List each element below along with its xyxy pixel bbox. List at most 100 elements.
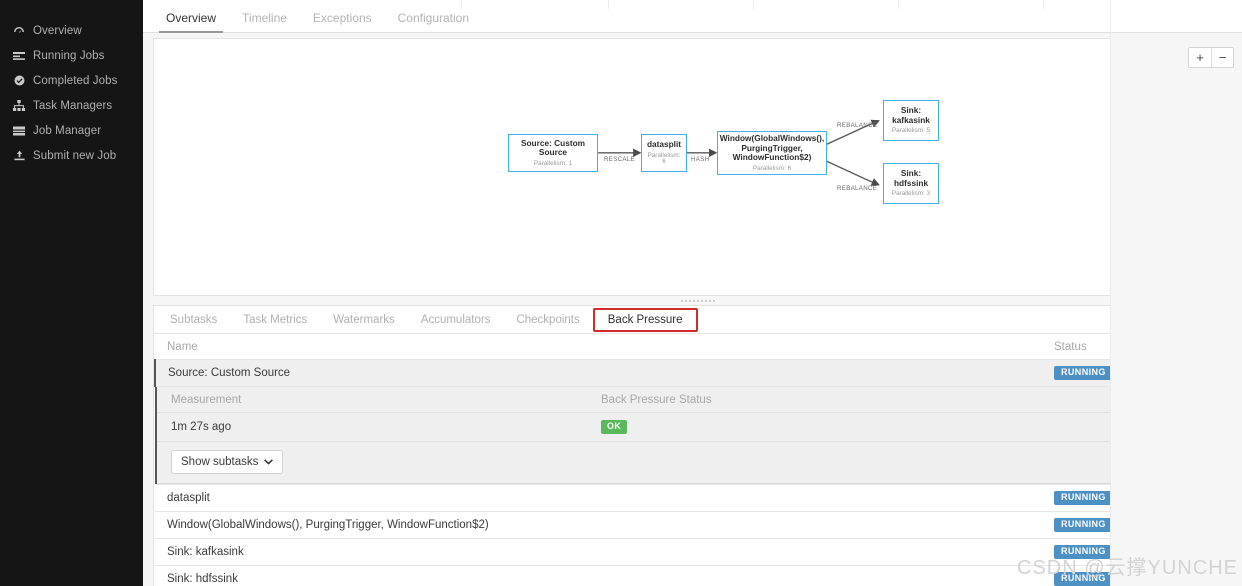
sidebar-item-label: Overview (33, 24, 82, 37)
graph-node-title: Window(GlobalWindows(), PurgingTrigger, … (719, 133, 825, 163)
status-badge: RUNNING (1054, 491, 1113, 505)
tab-task-metrics[interactable]: Task Metrics (230, 309, 320, 331)
bottom-tabs: Subtasks Task Metrics Watermarks Accumul… (154, 306, 1242, 334)
graph-edges (598, 119, 880, 186)
back-pressure-badge: OK (601, 420, 628, 434)
chevron-up-icon (1216, 452, 1226, 463)
graph-edge-label-rebalance-kafka: REBALANCE (837, 122, 878, 129)
sidebar-item-running-jobs[interactable]: Running Jobs (0, 43, 143, 68)
sidebar-item-label: Job Manager (33, 124, 102, 137)
row-status: RUNNING (1042, 511, 1242, 539)
tab-label: Accumulators (420, 313, 491, 326)
graph-node-parallelism: Parallelism: 3 (891, 190, 931, 198)
row-status: RUNNING (1042, 538, 1242, 566)
sidebar-item-submit-new-job[interactable]: Submit new Job (0, 143, 143, 168)
measurement-value: 1m 27s ago (157, 412, 587, 442)
graph-node-title: Source: Custom Source (520, 137, 586, 158)
show-subtasks-button[interactable]: Show subtasks (171, 450, 284, 474)
graph-node-title: Sink: hdfssink (893, 168, 929, 188)
graph-node-window[interactable]: Window(GlobalWindows(), PurgingTrigger, … (717, 131, 827, 175)
job-detail-tabs: Overview Timeline Exceptions Configurati… (143, 0, 1242, 33)
measurement-table: Measurement Back Pressure Status 1m 27s … (157, 387, 1242, 442)
status-badge: RUNNING (1054, 518, 1113, 532)
zoom-in-button[interactable]: + (1189, 48, 1211, 67)
check-circle-icon (12, 75, 26, 87)
graph-zoom-controls: + − (1188, 47, 1234, 68)
sidebar-item-label: Running Jobs (33, 49, 105, 62)
tab-label: Task Metrics (243, 313, 308, 326)
row-name: Source: Custom Source (154, 359, 1042, 387)
panel-resize-handle[interactable] (153, 297, 1242, 305)
graph-node-parallelism: Parallelism: 1 (533, 159, 573, 167)
subtask-bar: Show subtasks (157, 442, 1242, 484)
graph-edge-label-hash: HASH (691, 156, 710, 163)
zoom-out-button[interactable]: − (1211, 48, 1233, 67)
column-header-measurement: Measurement (157, 387, 587, 413)
table-row[interactable]: datasplit RUNNING (155, 484, 1242, 512)
graph-node-title: Sink: kafkasink (892, 105, 930, 125)
back-pressure-table: Name Status Source: Custom Source RUNNIN… (154, 334, 1242, 586)
table-row[interactable]: Source: Custom Source RUNNING (154, 359, 1242, 387)
sidebar-item-completed-jobs[interactable]: Completed Jobs (0, 68, 143, 93)
table-row[interactable]: Sink: hdfssink RUNNING (155, 565, 1242, 586)
flink-web-ui: Overview Running Jobs Completed Jobs Tas… (0, 0, 1242, 586)
back-pressure-detail: Measurement Back Pressure Status 1m 27s … (155, 387, 1242, 484)
upload-icon (12, 150, 26, 162)
graph-node-parallelism: Parallelism: 5 (891, 127, 931, 135)
row-status: RUNNING (1042, 359, 1242, 387)
dashboard-icon (12, 25, 26, 37)
tab-label: Overview (166, 11, 217, 25)
tab-checkpoints[interactable]: Checkpoints (503, 309, 592, 331)
table-row[interactable]: Window(GlobalWindows(), PurgingTrigger, … (155, 511, 1242, 539)
sidebar-item-task-managers[interactable]: Task Managers (0, 93, 143, 118)
tab-overview[interactable]: Overview (153, 11, 229, 33)
tab-label: Timeline (242, 11, 287, 25)
list-icon (12, 50, 26, 62)
column-header-name: Name (155, 334, 1042, 360)
server-icon (12, 125, 26, 137)
tab-subtasks[interactable]: Subtasks (157, 309, 230, 331)
row-name: datasplit (155, 484, 1042, 512)
graph-node-hdfssink[interactable]: Sink: hdfssink Parallelism: 3 (883, 163, 939, 204)
job-graph-canvas[interactable]: Source: Custom Source Parallelism: 1 dat… (154, 39, 1242, 295)
table-header-row: Name Status (155, 334, 1242, 360)
table-row-detail: Measurement Back Pressure Status 1m 27s … (155, 386, 1242, 485)
table-row[interactable]: Sink: kafkasink RUNNING (155, 538, 1242, 566)
row-status: RUNNING (1042, 565, 1242, 586)
job-detail-bottom-panel: Subtasks Task Metrics Watermarks Accumul… (153, 305, 1242, 586)
tab-watermarks[interactable]: Watermarks (320, 309, 408, 331)
tab-timeline[interactable]: Timeline (229, 12, 300, 32)
tab-label: Watermarks (333, 313, 395, 326)
row-name: Window(GlobalWindows(), PurgingTrigger, … (155, 511, 1042, 539)
sidebar: Overview Running Jobs Completed Jobs Tas… (0, 0, 143, 586)
tab-label: Subtasks (170, 313, 218, 326)
graph-node-parallelism: Parallelism: 6 (647, 151, 681, 166)
sidebar-item-overview[interactable]: Overview (0, 18, 143, 43)
measurement-row: 1m 27s ago OK (157, 412, 1242, 442)
back-pressure-status-cell: OK (587, 412, 1242, 442)
sitemap-icon (12, 100, 26, 112)
tab-back-pressure[interactable]: Back Pressure (592, 307, 698, 332)
graph-node-kafkasink[interactable]: Sink: kafkasink Parallelism: 5 (883, 100, 939, 141)
graph-node-parallelism: Parallelism: 6 (752, 164, 792, 172)
tab-configuration[interactable]: Configuration (385, 12, 482, 32)
graph-edge-label-rescale: RESCALE (604, 156, 635, 163)
status-badge: RUNNING (1054, 366, 1113, 380)
tab-exceptions[interactable]: Exceptions (300, 12, 385, 32)
graph-edge-label-rebalance-hdfs: REBALANCE (837, 185, 878, 192)
sidebar-item-job-manager[interactable]: Job Manager (0, 118, 143, 143)
chevron-down-icon (264, 456, 274, 468)
column-header-status: Status (1042, 334, 1242, 360)
detail-header-row: Measurement Back Pressure Status (157, 387, 1242, 413)
tab-accumulators[interactable]: Accumulators (408, 309, 504, 331)
row-name: Sink: hdfssink (155, 565, 1042, 586)
tab-label: Exceptions (312, 11, 372, 25)
tab-separators (143, 0, 1242, 10)
show-subtasks-label: Show subtasks (181, 456, 259, 468)
graph-node-datasplit[interactable]: datasplit Parallelism: 6 (641, 134, 687, 172)
sidebar-item-label: Task Managers (33, 99, 113, 112)
collapse-row-button[interactable] (1210, 446, 1232, 468)
sidebar-item-label: Submit new Job (33, 149, 117, 162)
tab-label: Back Pressure (607, 313, 683, 326)
graph-node-source[interactable]: Source: Custom Source Parallelism: 1 (508, 134, 598, 172)
